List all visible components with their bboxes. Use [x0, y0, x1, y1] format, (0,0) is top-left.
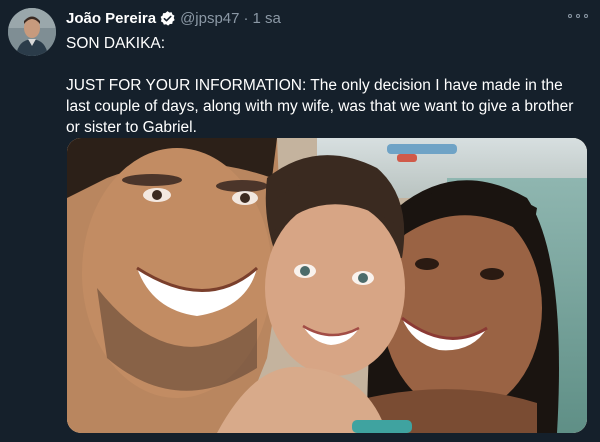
tweet: João Pereira @jpsp47 · 1 sa SON DAKIKA: …	[0, 0, 600, 442]
timestamp[interactable]: 1 sa	[253, 10, 281, 27]
avatar[interactable]	[8, 8, 56, 56]
verified-badge-icon	[159, 10, 176, 27]
more-options-icon[interactable]	[568, 8, 588, 24]
tweet-photo[interactable]	[67, 138, 587, 433]
tweet-text-paragraph: JUST FOR YOUR INFORMATION: The only deci…	[66, 77, 574, 136]
tweet-header: João Pereira @jpsp47 · 1 sa	[66, 8, 281, 28]
tweet-text-line: SON DAKIKA:	[66, 35, 166, 52]
handle[interactable]: @jpsp47	[180, 10, 239, 27]
tweet-text: SON DAKIKA: JUST FOR YOUR INFORMATION: T…	[66, 33, 586, 138]
separator-dot: ·	[243, 9, 249, 27]
display-name[interactable]: João Pereira	[66, 10, 156, 27]
